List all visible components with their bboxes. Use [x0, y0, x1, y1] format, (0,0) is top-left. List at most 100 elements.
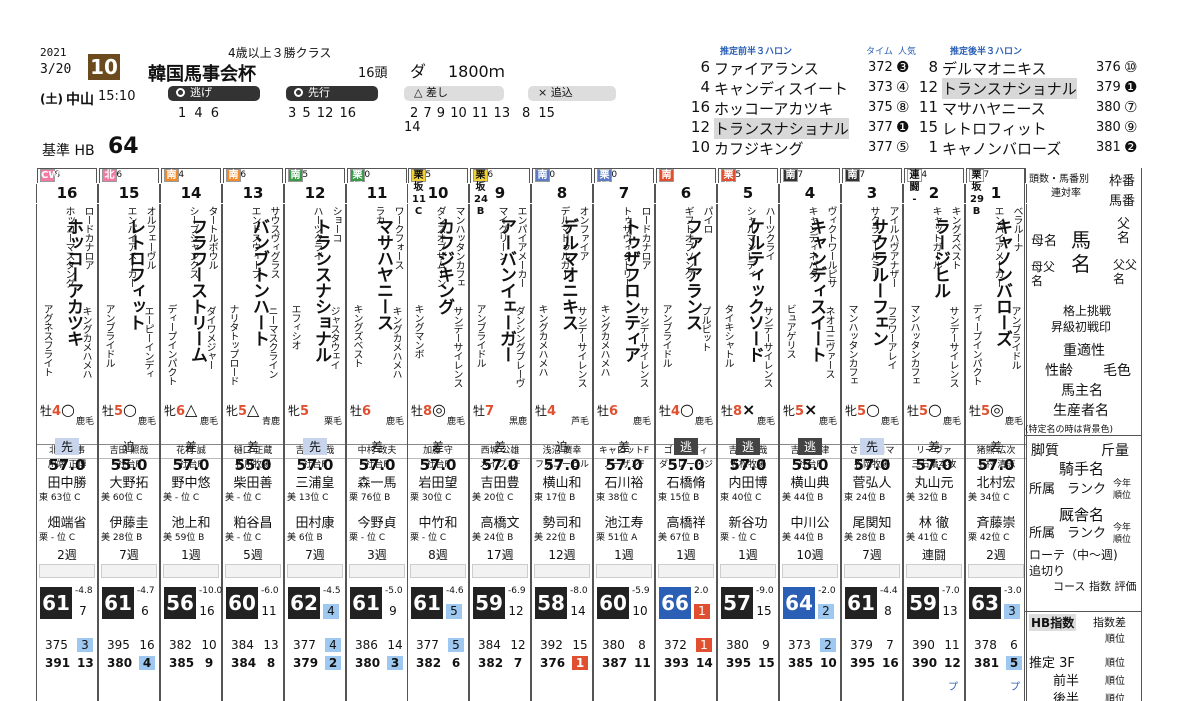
- trainer-name[interactable]: 高橋文: [470, 512, 530, 531]
- jockey-name[interactable]: 野中悠: [161, 472, 221, 491]
- hb-index: 59: [907, 587, 939, 619]
- horse-column[interactable]: 12.0南W 19 C8オンファイアデルマドゥルガーデルマオニキスサンデーサイレ…: [531, 168, 593, 701]
- horse-column[interactable]: 14.5南W 37 B12ショーコハーツクライトランスナショナルジャスタウェイエ…: [284, 168, 346, 701]
- horse-column[interactable]: 10.5栗坂 28 B5ハーツクライシャルマンレディケルティックソードサンデーサ…: [717, 168, 779, 701]
- horse-column[interactable]: 12.7南W 34 B4ヴィクトワールピサキャンディネバダキャンディスイートネオ…: [779, 168, 841, 701]
- sire-sire-name: サンデーサイレンス: [947, 306, 958, 387]
- run-style-text: 追: [555, 440, 568, 454]
- stats-block: 逃 55.0 横山典美 44位 B 中川公美 44位 B 10週 64 -2.0 2 373 2 3…: [779, 438, 841, 701]
- sex-age: 牡6: [597, 404, 618, 419]
- trainer-name[interactable]: 中竹和: [408, 512, 468, 531]
- trainer-rank: 栗 51位 A: [596, 533, 638, 543]
- horse-column[interactable]: 15.4南W 22 B14タートルボウルシーブシャンクスフラワーストリームダイワ…: [160, 168, 222, 701]
- jockey-name[interactable]: 柴田善: [223, 472, 283, 491]
- jockey-name[interactable]: 岩田望: [408, 472, 468, 491]
- legend-style: 脚質: [1031, 443, 1059, 459]
- first-half-rank: 15: [572, 638, 588, 652]
- trainer-name[interactable]: 林 徹: [904, 512, 964, 531]
- hb-row: 57 -9.0 15: [718, 586, 778, 620]
- jockey-name[interactable]: 三浦皇: [285, 472, 345, 491]
- horse-column[interactable]: 11.6南P 6 C13サウスヴィグラスエンドスウィープバンブトンハートニーマス…: [222, 168, 284, 701]
- trainer-name[interactable]: 今野貞: [347, 512, 407, 531]
- trainer-name[interactable]: 池江寿: [594, 512, 654, 531]
- stats-block: 差 57.0 岩田望栗 30位 C 中竹和栗 - 位 C 8週 61 -4.6 5 377 5 38…: [407, 438, 469, 701]
- horse-column[interactable]: 9.4南W 29 B6パイロギフトオブソングファイアランスプルピットアンブライド…: [655, 168, 717, 701]
- sex: 牡: [721, 404, 734, 418]
- first-half-rank: 14: [387, 638, 403, 652]
- trainer-name[interactable]: 池上和: [161, 512, 221, 531]
- base-hb-label: 基準 HB: [42, 143, 95, 159]
- trainer-name[interactable]: 田村康: [285, 512, 345, 531]
- horse-column[interactable]: 16.5栗坂 11 C10マンハッタンカフェダンスオブザムーンカフジキングサンデ…: [407, 168, 469, 701]
- hb-rank: 2: [818, 604, 834, 619]
- first-half-rank: ⑤: [896, 138, 910, 156]
- first-half-time: 377: [868, 140, 893, 155]
- jockey-name[interactable]: 森一馬: [347, 472, 407, 491]
- heavy-mark: ◎: [432, 400, 446, 419]
- column-header: 10.5栗坂 28 B: [718, 168, 778, 217]
- second-half-time: 384: [231, 656, 257, 670]
- marker-text: プ: [1010, 682, 1020, 693]
- first-half-no: 4: [700, 78, 710, 96]
- jockey-name[interactable]: 横山典: [780, 472, 840, 491]
- hb-index: 61: [102, 587, 134, 619]
- age: 6: [609, 404, 619, 419]
- sire-sire-name: ニーマスクライン: [266, 306, 277, 378]
- jockey-name[interactable]: 大野拓: [99, 472, 159, 491]
- race-name: 韓国馬事会杯: [148, 64, 256, 85]
- hb-row: 66 2.0 1: [656, 586, 716, 620]
- trainer-name[interactable]: 斉藤崇: [966, 512, 1026, 531]
- stats-block: 差 57.0 石川裕東 38位 C 池江寿栗 51位 A 1週 60 -5.9 10 380 8 3…: [593, 438, 655, 701]
- legend-dam: 母名: [1031, 234, 1058, 249]
- jockey-name[interactable]: 石川裕: [594, 472, 654, 491]
- second-half-horse: デルマオニキス: [942, 60, 1047, 78]
- horse-column[interactable]: 11.6栗坂 24 B9エンパイアメーカーマイグリーンアーバンイェーガーダンシン…: [469, 168, 531, 701]
- horse-column[interactable]: 13.8CW 29 B16ロードカナロアホッコーマスタングホッコーアカツキキング…: [36, 168, 98, 701]
- run-style-text: 逃: [673, 438, 698, 455]
- jockey-rank: 美 20位 C: [472, 493, 514, 503]
- jockey-name[interactable]: 菅弘人: [842, 472, 902, 491]
- horse-name[interactable]: ラージヒル: [930, 218, 950, 298]
- trainer-name[interactable]: 尾関知: [842, 512, 902, 531]
- jockey-name[interactable]: 横山和: [532, 472, 592, 491]
- sire-name: オルフェーヴル: [144, 206, 155, 269]
- run-style: 先: [37, 438, 97, 455]
- jockey-name[interactable]: 丸山元: [904, 472, 964, 491]
- jockey-name[interactable]: 田中勝: [37, 472, 97, 491]
- hb-row: 60 -6.0 11: [223, 586, 283, 620]
- horse-number: 5: [717, 184, 779, 203]
- trainer-name[interactable]: 粕谷昌: [223, 512, 283, 531]
- horse-name[interactable]: カフジキング: [434, 218, 454, 314]
- trainer-name[interactable]: 畑端省: [37, 512, 97, 531]
- horse-column[interactable]: 12.7南W 28 B3アイルハヴアナザーサクラコールミーサクラルーフェンフラワ…: [841, 168, 903, 701]
- horse-column[interactable]: 14.0栗坂 20 B11ワークフォースラカマサハヤニースキングカメハメハキング…: [346, 168, 408, 701]
- second-half-no: 11: [918, 98, 938, 116]
- rotation: 2週: [986, 548, 1006, 562]
- trainer-name[interactable]: 高橋祥: [656, 512, 716, 531]
- hb-row: 60 -5.9 10: [594, 586, 654, 620]
- horse-column[interactable]: 10.7栗坂 29 B1ベラルーナエンパイアメーカーキャノンバローズアンブライド…: [965, 168, 1027, 701]
- hb-diff: -6.0: [261, 586, 279, 596]
- jockey-name[interactable]: 石橋脩: [656, 472, 716, 491]
- waku-badge: 連闘 -: [907, 169, 922, 205]
- heavy-mark: ○: [680, 400, 694, 419]
- jockey-name[interactable]: 内田博: [718, 472, 778, 491]
- trainer-name[interactable]: 中川公: [780, 512, 840, 531]
- trainer-name[interactable]: 伊藤圭: [99, 512, 159, 531]
- horse-column[interactable]: 10.0栗坂 29 B7ロードカナロアトゥザヴィクトリートゥザフロンティアサンデ…: [593, 168, 655, 701]
- hb-diff: -3.0: [1004, 586, 1022, 596]
- first-half-rank: 9: [762, 638, 770, 652]
- jockey-name[interactable]: 北村宏: [966, 472, 1026, 491]
- first-half-row: 378 6: [966, 638, 1026, 654]
- sex: 牡: [969, 404, 982, 418]
- trainer-name[interactable]: 勢司和: [532, 512, 592, 531]
- first-half-time: 380: [602, 638, 625, 652]
- run-style: 差: [904, 438, 964, 455]
- trainer-name[interactable]: 新谷功: [718, 512, 778, 531]
- jockey-name[interactable]: 吉田豊: [470, 472, 530, 491]
- workout: [534, 564, 590, 578]
- horse-column[interactable]: 13.4連闘 -2キングズベストキャットガールラージヒルサンデーサイレンスマンハ…: [903, 168, 965, 701]
- column-header: 10.0栗坂 29 B: [594, 168, 654, 217]
- horse-column[interactable]: 11.6北C 20 B15オルフェーヴルエンパイアメーカーレトロフィットエーピー…: [98, 168, 160, 701]
- sex-age: 牡4: [535, 404, 556, 419]
